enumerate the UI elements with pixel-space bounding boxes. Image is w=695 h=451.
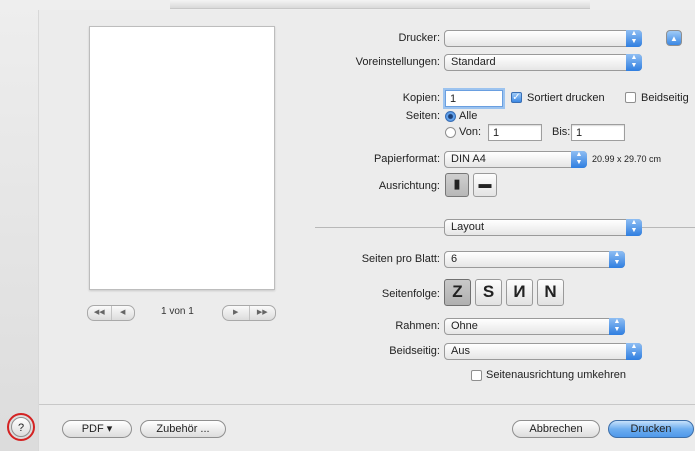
popup-arrows-icon: ▲ ▼ xyxy=(626,219,642,236)
border-popup[interactable]: Ohne ▲ ▼ xyxy=(444,318,625,335)
print-preview xyxy=(89,26,275,290)
section-popup[interactable]: Layout ▲ ▼ xyxy=(444,219,642,236)
popup-arrows-icon: ▲ ▼ xyxy=(626,54,642,71)
pages-label: Seiten: xyxy=(405,110,440,122)
presets-popup[interactable]: Standard ▲ ▼ xyxy=(444,54,642,71)
popup-arrows-icon: ▲ ▼ xyxy=(571,151,587,168)
presets-label: Voreinstellungen: xyxy=(355,56,440,68)
help-button[interactable]: ? xyxy=(11,417,31,437)
popup-arrows-icon: ▲ ▼ xyxy=(626,343,642,360)
copies-label: Kopien: xyxy=(402,92,440,104)
pages-all-radio[interactable] xyxy=(445,111,456,122)
footer-separator xyxy=(39,404,695,405)
paper-size: 20.99 x 29.70 cm xyxy=(592,154,662,164)
pages-to-input[interactable]: 1 xyxy=(571,124,625,141)
popup-arrows-icon: ▲ ▼ xyxy=(609,318,625,335)
pages-from-radio[interactable] xyxy=(445,127,456,138)
order-n-icon[interactable]: N xyxy=(537,279,564,306)
pages-from-input[interactable]: 1 xyxy=(488,124,542,141)
accessories-button[interactable]: Zubehör ... xyxy=(140,420,226,438)
last-page-icon[interactable]: ▶▶ xyxy=(250,306,276,320)
first-page-icon[interactable]: ◀◀ xyxy=(88,306,112,320)
printer-expand-button[interactable]: ▲ xyxy=(666,30,682,46)
border-label: Rahmen: xyxy=(395,320,440,332)
collated-checkbox[interactable]: ✓ xyxy=(511,92,522,103)
page-order-label: Seitenfolge: xyxy=(381,288,440,300)
duplex-checkbox[interactable] xyxy=(625,92,636,103)
next-page-icon[interactable]: ▶ xyxy=(223,306,250,320)
preview-back-buttons[interactable]: ◀◀ ◀ xyxy=(87,305,135,321)
collated-label: Sortiert drucken xyxy=(527,92,605,104)
window-titlebar-edge xyxy=(170,0,590,9)
pages-per-sheet-label: Seiten pro Blatt: xyxy=(361,253,440,265)
copies-input[interactable]: 1 xyxy=(445,90,503,107)
pages-all-label: Alle xyxy=(459,110,478,122)
pages-per-sheet-value: 6 xyxy=(451,253,458,265)
paper-popup[interactable]: DIN A4 ▲ ▼ xyxy=(444,151,587,168)
paper-label: Papierformat: xyxy=(373,153,440,165)
previous-page-icon[interactable]: ◀ xyxy=(112,306,135,320)
order-reverse-n-icon[interactable]: И xyxy=(506,279,533,306)
reverse-orientation-checkbox[interactable] xyxy=(471,370,482,381)
two-sided-label: Beidseitig: xyxy=(389,345,440,357)
pages-to-label: Bis: xyxy=(552,126,571,138)
border-value: Ohne xyxy=(451,320,478,332)
duplex-label: Beidseitig xyxy=(641,92,689,104)
landscape-icon[interactable]: ▬ xyxy=(473,173,497,197)
cancel-button[interactable]: Abbrechen xyxy=(512,420,600,438)
printer-label: Drucker: xyxy=(398,32,440,44)
print-button[interactable]: Drucken xyxy=(608,420,694,438)
pages-from-label: Von: xyxy=(459,126,482,138)
pages-per-sheet-popup[interactable]: 6 ▲ ▼ xyxy=(444,251,625,268)
two-sided-popup[interactable]: Aus ▲ ▼ xyxy=(444,343,642,360)
portrait-icon[interactable]: ▮ xyxy=(445,173,469,197)
print-dialog: ◀◀ ◀ 1 von 1 ▶ ▶▶ Drucker: ▲ ▼ ▲ Voreinst… xyxy=(7,10,695,451)
preview-page-count: 1 von 1 xyxy=(161,306,194,317)
orientation-label: Ausrichtung: xyxy=(378,180,440,192)
printer-popup[interactable]: ▲ ▼ xyxy=(444,30,642,47)
paper-value: DIN A4 xyxy=(451,153,486,165)
order-s-icon[interactable]: S xyxy=(475,279,502,306)
pdf-button[interactable]: PDF ▾ xyxy=(62,420,132,438)
presets-value: Standard xyxy=(451,56,496,68)
popup-arrows-icon: ▲ ▼ xyxy=(609,251,625,268)
preview-forward-buttons[interactable]: ▶ ▶▶ xyxy=(222,305,276,321)
popup-arrows-icon: ▲ ▼ xyxy=(626,30,642,47)
section-value: Layout xyxy=(451,221,485,233)
reverse-orientation-label: Seitenausrichtung umkehren xyxy=(486,369,627,381)
order-z-icon[interactable]: Z xyxy=(444,279,471,306)
two-sided-value: Aus xyxy=(451,345,470,357)
